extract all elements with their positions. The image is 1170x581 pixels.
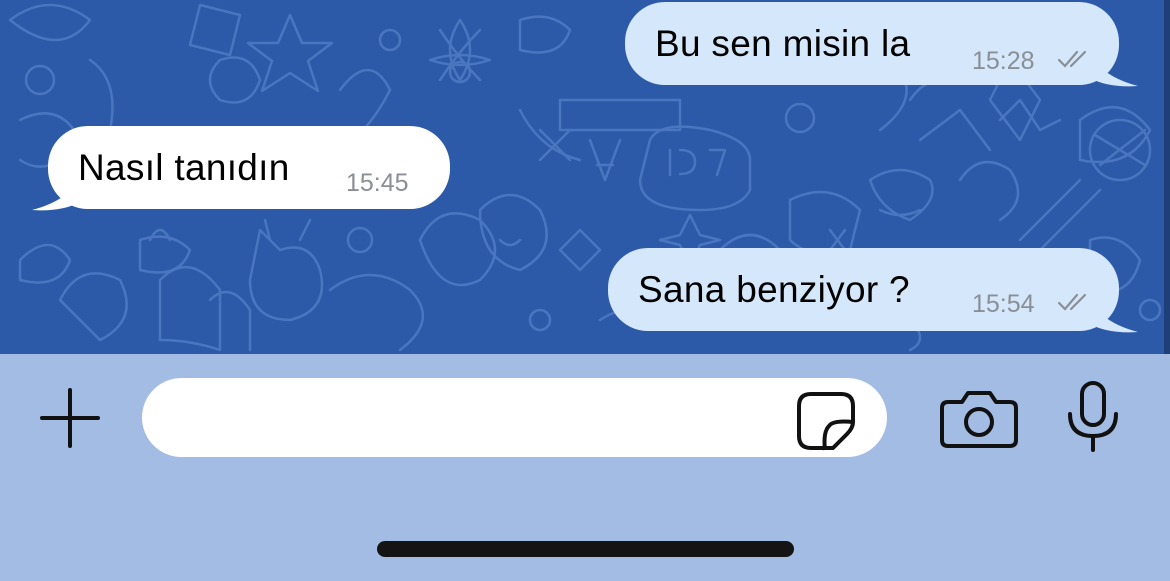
double-check-icon xyxy=(1057,293,1087,311)
message-text: Nasıl tanıdın xyxy=(78,147,290,188)
message-text: Bu sen misin la xyxy=(655,23,911,64)
chat-background[interactable]: Bu sen misin la 15:28 Nasıl tanıdın 15:4… xyxy=(0,0,1170,354)
bubble-tail xyxy=(32,176,80,211)
message-timestamp: 15:28 xyxy=(972,47,1035,75)
bubble-tail xyxy=(1090,298,1138,333)
double-check-icon xyxy=(1057,50,1087,68)
chat-screen: Bu sen misin la 15:28 Nasıl tanıdın 15:4… xyxy=(0,0,1170,581)
message-bubble-outgoing[interactable]: Bu sen misin la 15:28 xyxy=(625,2,1119,85)
message-timestamp: 15:45 xyxy=(346,169,409,197)
scroll-indicator[interactable] xyxy=(1164,0,1170,354)
camera-icon[interactable] xyxy=(940,388,1018,450)
message-text: Sana benziyor ? xyxy=(638,269,910,310)
message-timestamp: 15:54 xyxy=(972,290,1035,318)
sticker-icon[interactable] xyxy=(795,390,857,452)
message-bubble-incoming[interactable]: Nasıl tanıdın 15:45 xyxy=(48,126,450,209)
microphone-icon[interactable] xyxy=(1062,380,1124,454)
bubble-tail xyxy=(1090,52,1138,87)
message-bubble-outgoing[interactable]: Sana benziyor ? 15:54 xyxy=(608,248,1119,331)
plus-icon[interactable] xyxy=(38,386,102,450)
home-indicator[interactable] xyxy=(377,541,794,557)
message-input[interactable] xyxy=(142,378,887,457)
